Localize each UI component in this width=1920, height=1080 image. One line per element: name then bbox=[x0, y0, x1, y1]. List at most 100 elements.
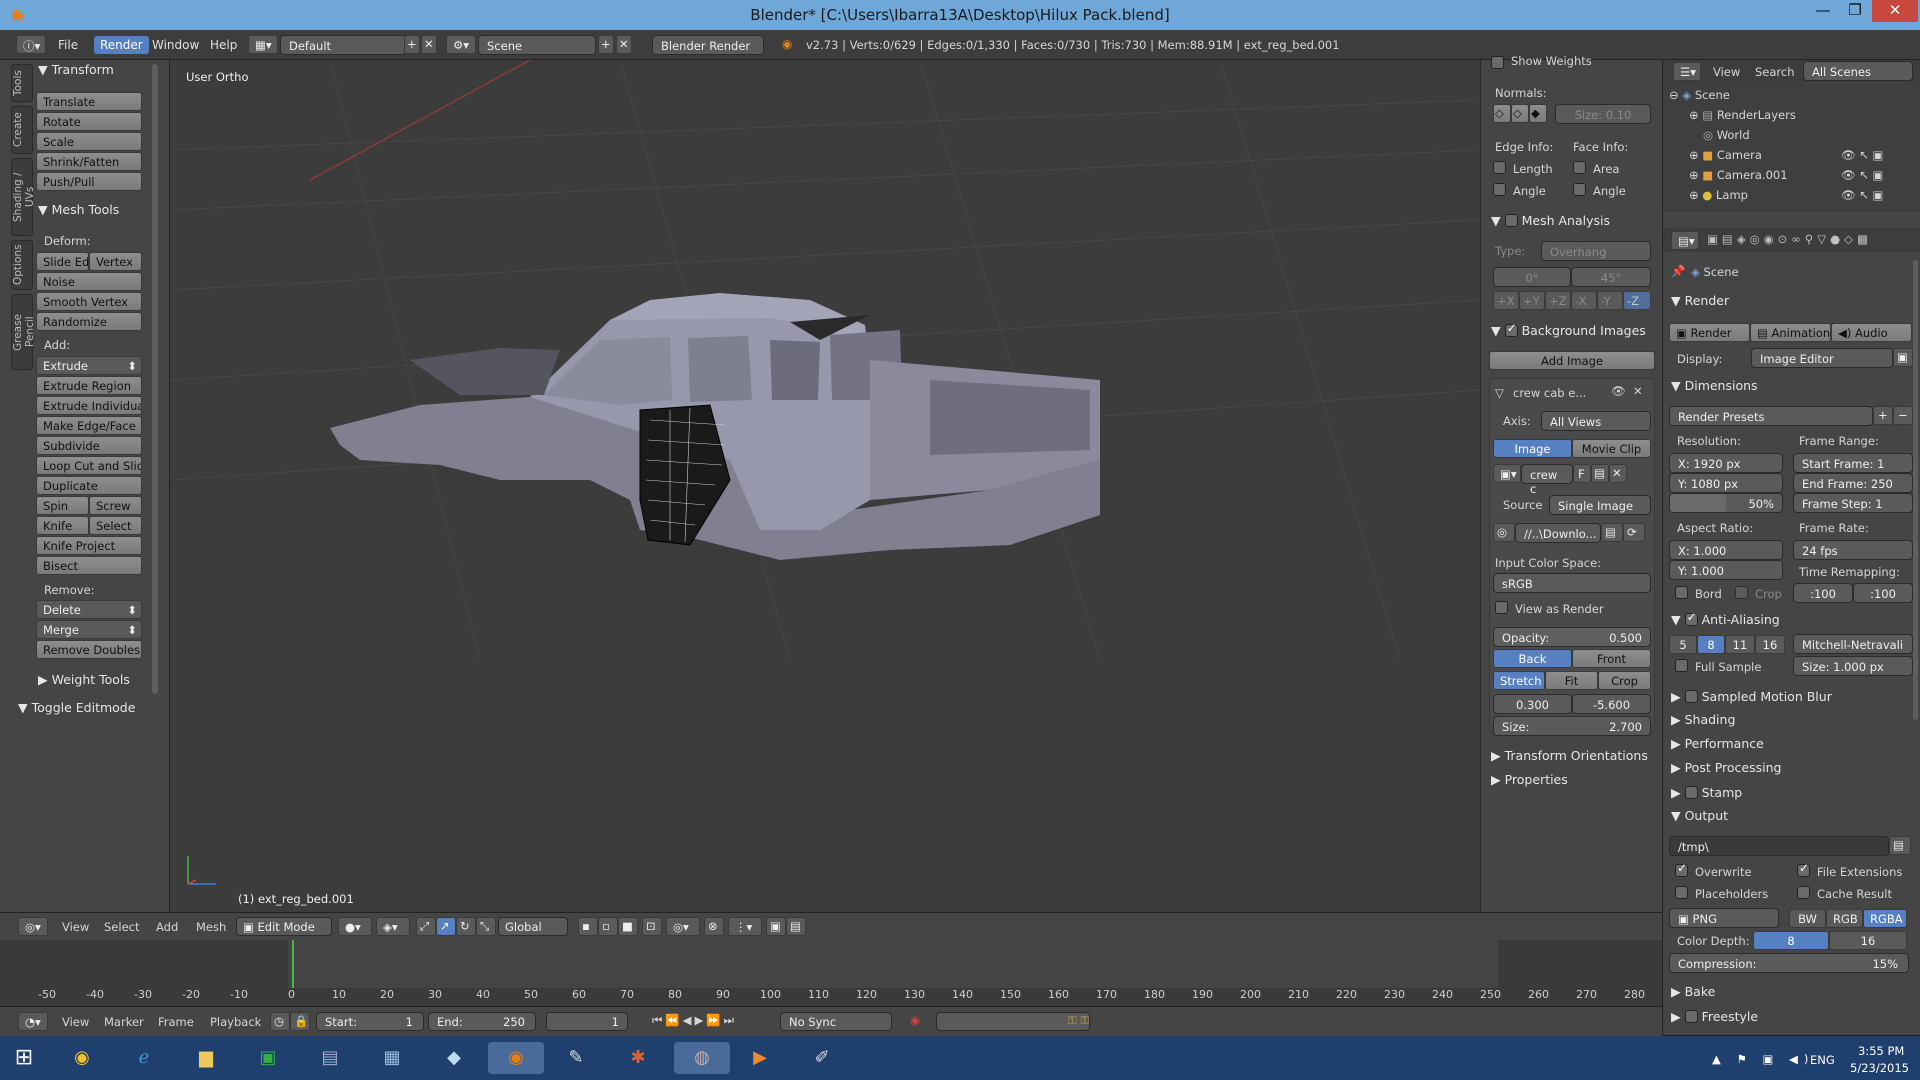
snap-element-icon[interactable]: ⋮▾ bbox=[728, 917, 762, 936]
properties-context-icons[interactable]: ▣▤◈◎◉⊙∞⚲▽●◇▩ bbox=[1707, 232, 1872, 246]
subdivide-button[interactable]: Subdivide bbox=[36, 436, 142, 455]
post-processing-header[interactable]: ▶ Post Processing bbox=[1671, 760, 1781, 782]
keying-set-field[interactable] bbox=[936, 1012, 1090, 1031]
resolution-percent-field[interactable]: 50% bbox=[1669, 493, 1783, 513]
loop-cut-slide-button[interactable]: Loop Cut and Slide bbox=[36, 456, 142, 475]
proportional-edit-icon[interactable]: ◎▾ bbox=[666, 917, 700, 936]
app-icon-11[interactable]: ◍ bbox=[674, 1042, 730, 1074]
chrome-icon[interactable]: ◉ bbox=[64, 1042, 100, 1074]
aspect-x-field[interactable]: X: 1.000 bbox=[1669, 540, 1783, 560]
outliner-item-lamp[interactable]: ⊕ ● Lamp bbox=[1689, 188, 1748, 202]
file-extensions-checkbox[interactable] bbox=[1797, 861, 1810, 877]
slide-edge-button[interactable]: Slide Ed bbox=[36, 252, 89, 271]
screw-button[interactable]: Screw bbox=[89, 496, 142, 515]
opacity-field[interactable]: Opacity: 0.500 bbox=[1493, 627, 1651, 647]
outliner-view-menu[interactable]: View bbox=[1713, 65, 1740, 79]
properties-editor-icon[interactable]: ▤▾ bbox=[1671, 231, 1699, 250]
end-frame-timeline[interactable]: End: 250 bbox=[428, 1012, 536, 1031]
placeholders-checkbox[interactable] bbox=[1675, 886, 1688, 899]
aa-samples-5[interactable]: 5 bbox=[1669, 635, 1697, 654]
edge-length-checkbox[interactable] bbox=[1493, 161, 1506, 174]
axis-plus-x[interactable]: +X bbox=[1493, 291, 1519, 310]
aa-samples-16[interactable]: 16 bbox=[1755, 635, 1785, 654]
outliner-item-scene[interactable]: ⊖ ◈ Scene bbox=[1669, 88, 1730, 102]
pack-icon[interactable]: ◎ bbox=[1493, 523, 1515, 542]
delete-dropdown[interactable]: Delete ⬍ bbox=[36, 600, 142, 619]
path-reload-icon[interactable]: ⟳ bbox=[1623, 523, 1645, 542]
vp-view-menu[interactable]: View bbox=[62, 920, 89, 934]
frame-step-field[interactable]: Frame Step: 1 bbox=[1793, 493, 1913, 513]
dimensions-header[interactable]: ▼ Dimensions bbox=[1671, 378, 1758, 400]
color-rgb-button[interactable]: RGB bbox=[1826, 909, 1863, 928]
remove-doubles-button[interactable]: Remove Doubles bbox=[36, 640, 142, 659]
make-edge-face-button[interactable]: Make Edge/Face bbox=[36, 416, 142, 435]
edge-select-icon[interactable]: ▫ bbox=[598, 917, 618, 936]
media-player-icon[interactable]: ▶ bbox=[742, 1042, 778, 1074]
knife-button[interactable]: Knife bbox=[36, 516, 89, 535]
end-frame-field[interactable]: End Frame: 250 bbox=[1793, 473, 1913, 493]
overwrite-checkbox[interactable] bbox=[1675, 861, 1688, 877]
extrude-region-button[interactable]: Extrude Region bbox=[36, 376, 142, 395]
remove-layout-icon[interactable]: ✕ bbox=[421, 35, 437, 54]
merge-dropdown[interactable]: Merge ⬍ bbox=[36, 620, 142, 639]
scene-field[interactable]: Scene bbox=[478, 35, 596, 55]
source-select[interactable]: Single Image bbox=[1549, 495, 1651, 515]
axis-select[interactable]: All Views bbox=[1541, 411, 1651, 431]
editor-type-info-icon[interactable]: ⓘ▾ bbox=[16, 35, 46, 54]
sync-mode-select[interactable]: No Sync bbox=[780, 1012, 892, 1031]
shading-header[interactable]: ▶ Shading bbox=[1671, 712, 1735, 734]
scale-button[interactable]: Scale bbox=[36, 132, 142, 151]
rotate-manipulator-icon[interactable]: ↻ bbox=[456, 917, 476, 936]
viewport-shading-icon[interactable]: ●▾ bbox=[338, 917, 372, 936]
bg-size-field[interactable]: Size: 2.700 bbox=[1493, 716, 1651, 736]
preview-range-icon[interactable]: ◷ bbox=[270, 1012, 290, 1031]
current-frame-field[interactable]: 1 bbox=[546, 1012, 628, 1031]
knife-project-button[interactable]: Knife Project bbox=[36, 536, 142, 555]
stretch-button[interactable]: Stretch bbox=[1493, 671, 1545, 690]
add-image-button[interactable]: Add Image bbox=[1489, 351, 1655, 370]
tab-shading-uvs[interactable]: Shading / UVs bbox=[11, 158, 36, 236]
path-browse-icon[interactable]: ▤ bbox=[1601, 523, 1623, 542]
remap-new-field[interactable]: :100 bbox=[1853, 583, 1913, 603]
vp-mesh-menu[interactable]: Mesh bbox=[196, 920, 226, 934]
start-frame-timeline[interactable]: Start: 1 bbox=[316, 1012, 424, 1031]
tool-shelf-scrollbar[interactable] bbox=[152, 64, 158, 694]
notepad-icon[interactable]: ✐ bbox=[804, 1042, 840, 1074]
slide-vertex-button[interactable]: Vertex bbox=[89, 252, 142, 271]
outliner-item-renderlayers[interactable]: ⊕ ▤ RenderLayers bbox=[1689, 108, 1796, 122]
face-angle-checkbox[interactable] bbox=[1573, 183, 1586, 196]
crop-checkbox[interactable] bbox=[1735, 586, 1748, 599]
image-unlink-icon[interactable]: ✕ bbox=[1609, 464, 1627, 483]
tray-icons[interactable]: ▲ ⚑ ▣ ◀) bbox=[1712, 1052, 1814, 1066]
outliner-editor-icon[interactable]: ☰▾ bbox=[1673, 62, 1701, 81]
full-sample-checkbox[interactable] bbox=[1675, 659, 1688, 672]
visibility-eye-icon[interactable]: 👁 ↖ ▣ bbox=[1841, 148, 1883, 162]
anti-aliasing-header[interactable]: ▼ Anti-Aliasing bbox=[1671, 610, 1780, 633]
knife-select-button[interactable]: Select bbox=[89, 516, 142, 535]
fake-user-button[interactable]: F bbox=[1573, 464, 1591, 483]
aa-samples-11[interactable]: 11 bbox=[1725, 635, 1755, 654]
3d-viewport[interactable]: User Ortho (1) ext_reg_bed.001 bbox=[170, 60, 1480, 912]
start-button-icon[interactable]: ⊞ bbox=[6, 1042, 42, 1074]
tl-marker-menu[interactable]: Marker bbox=[104, 1015, 144, 1029]
offset-x-field[interactable]: 0.300 bbox=[1493, 694, 1572, 714]
output-header[interactable]: ▼ Output bbox=[1671, 808, 1728, 830]
sampled-motion-blur-header[interactable]: ▶ Sampled Motion Blur bbox=[1671, 688, 1832, 710]
image-name-field[interactable]: crew c bbox=[1521, 464, 1573, 496]
output-browse-icon[interactable]: ▤ bbox=[1889, 836, 1911, 855]
spin-button[interactable]: Spin bbox=[36, 496, 89, 515]
lock-range-icon[interactable]: 🔒 bbox=[290, 1012, 310, 1031]
color-rgba-button[interactable]: RGBA bbox=[1863, 909, 1907, 928]
display-select[interactable]: Image Editor bbox=[1751, 348, 1893, 368]
internet-explorer-icon[interactable]: ℯ bbox=[126, 1042, 162, 1074]
cache-result-checkbox[interactable] bbox=[1797, 886, 1810, 899]
snap-icon[interactable]: ⊗ bbox=[704, 917, 724, 936]
visibility-eye-icon-2[interactable]: 👁 ↖ ▣ bbox=[1841, 168, 1883, 182]
record-icon[interactable]: ◉ bbox=[910, 1013, 920, 1027]
performance-header[interactable]: ▶ Performance bbox=[1671, 736, 1764, 758]
offset-y-field[interactable]: -5.600 bbox=[1572, 694, 1651, 714]
view-as-render-checkbox[interactable] bbox=[1495, 601, 1508, 614]
tab-create[interactable]: Create bbox=[11, 106, 33, 154]
duplicate-button[interactable]: Duplicate bbox=[36, 476, 142, 495]
outliner-display-select[interactable]: All Scenes bbox=[1803, 61, 1913, 81]
